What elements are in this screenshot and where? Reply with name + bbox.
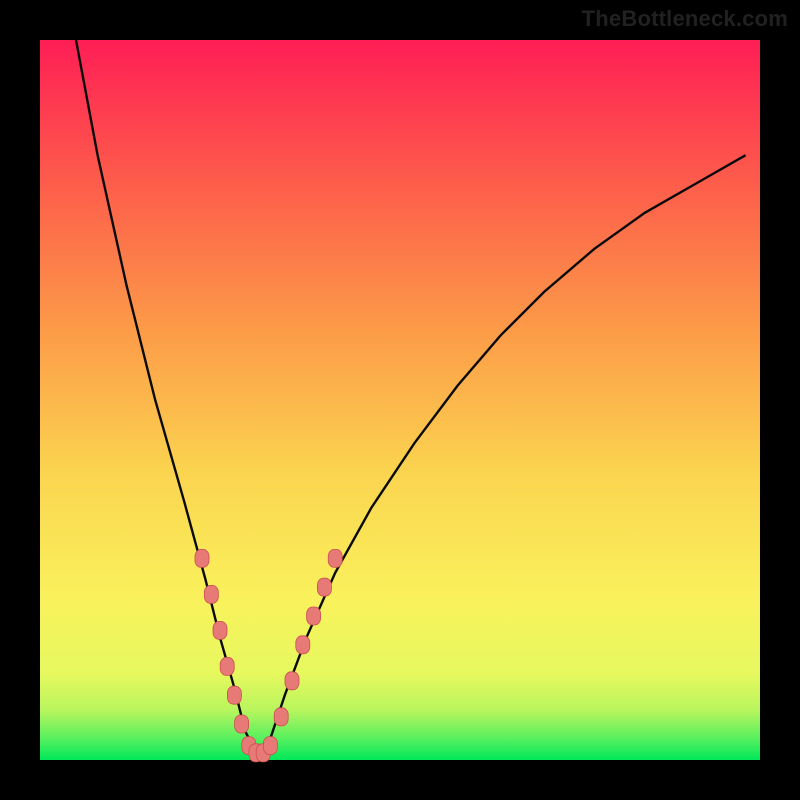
curve-marker [307, 607, 321, 625]
curve-marker [235, 715, 249, 733]
curve-marker [227, 686, 241, 704]
curve-marker [317, 578, 331, 596]
watermark: TheBottleneck.com [582, 6, 788, 32]
curve-marker [195, 549, 209, 567]
plot-background [40, 40, 760, 760]
curve-marker [213, 621, 227, 639]
curve-marker [274, 708, 288, 726]
curve-marker [296, 636, 310, 654]
bottleneck-curve [76, 40, 746, 753]
curve-marker [263, 737, 277, 755]
chart-frame: TheBottleneck.com [0, 0, 800, 800]
curve-marker [204, 585, 218, 603]
curve-marker [220, 657, 234, 675]
curve-markers [195, 549, 342, 761]
curve-marker [285, 672, 299, 690]
curve-marker [328, 549, 342, 567]
curve-layer [40, 40, 760, 760]
